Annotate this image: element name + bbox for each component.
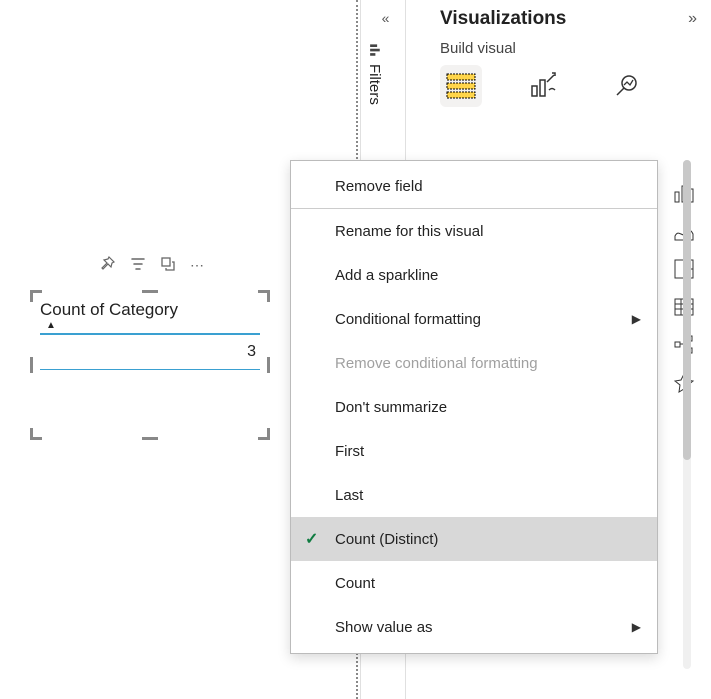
analytics-tab[interactable] [604, 65, 646, 107]
visualizations-title: Visualizations [440, 8, 684, 30]
submenu-arrow-icon: ▶ [632, 312, 641, 326]
pane-scrollbar[interactable] [683, 160, 691, 669]
menu-label: Don't summarize [335, 399, 447, 416]
sort-ascending-icon[interactable]: ▲ [46, 320, 260, 331]
menu-conditional-formatting[interactable]: Conditional formatting ▶ [291, 297, 657, 341]
focus-mode-icon[interactable] [160, 256, 176, 275]
pin-icon[interactable] [100, 256, 116, 275]
field-context-menu: Remove field Rename for this visual Add … [290, 160, 658, 654]
menu-add-sparkline[interactable]: Add a sparkline [291, 253, 657, 297]
build-visual-label: Build visual [406, 36, 711, 65]
menu-label: Add a sparkline [335, 267, 438, 284]
visual-toolbar: ⋯ [100, 256, 204, 275]
expand-pane-button[interactable]: » [684, 6, 701, 32]
menu-label: Remove conditional formatting [335, 355, 538, 372]
collapse-filters-button[interactable]: « [366, 0, 405, 36]
menu-label: Rename for this visual [335, 223, 483, 240]
menu-show-value-as[interactable]: Show value as ▶ [291, 605, 657, 649]
menu-last[interactable]: Last [291, 473, 657, 517]
filter-icon[interactable] [130, 256, 146, 275]
menu-label: Show value as [335, 619, 433, 636]
table-visual[interactable]: Count of Category ▲ 3 [30, 290, 270, 440]
menu-dont-summarize[interactable]: Don't summarize [291, 385, 657, 429]
menu-count-distinct[interactable]: ✓ Count (Distinct) [291, 517, 657, 561]
menu-label: Last [335, 487, 363, 504]
build-tab[interactable] [440, 65, 482, 107]
cell-value: 3 [40, 335, 260, 370]
format-tab[interactable] [522, 65, 564, 107]
menu-label: Count [335, 575, 375, 592]
menu-label: First [335, 443, 364, 460]
more-options-icon[interactable]: ⋯ [190, 257, 204, 274]
filter-pane-icon [368, 44, 382, 59]
column-header[interactable]: Count of Category [40, 300, 260, 322]
visual-tab-bar [406, 65, 711, 117]
menu-label: Remove field [335, 178, 423, 195]
menu-label: Count (Distinct) [335, 531, 438, 548]
checkmark-icon: ✓ [305, 529, 318, 549]
scrollbar-thumb[interactable] [683, 160, 691, 460]
submenu-arrow-icon: ▶ [632, 620, 641, 634]
filters-pane-label[interactable]: Filters [366, 36, 383, 105]
menu-rename[interactable]: Rename for this visual [291, 209, 657, 253]
menu-remove-field[interactable]: Remove field [291, 165, 657, 209]
menu-label: Conditional formatting [335, 311, 481, 328]
visual-body: Count of Category ▲ 3 [40, 300, 260, 430]
menu-first[interactable]: First [291, 429, 657, 473]
menu-remove-conditional-formatting: Remove conditional formatting [291, 341, 657, 385]
filters-text: Filters [366, 64, 383, 105]
menu-count[interactable]: Count [291, 561, 657, 605]
